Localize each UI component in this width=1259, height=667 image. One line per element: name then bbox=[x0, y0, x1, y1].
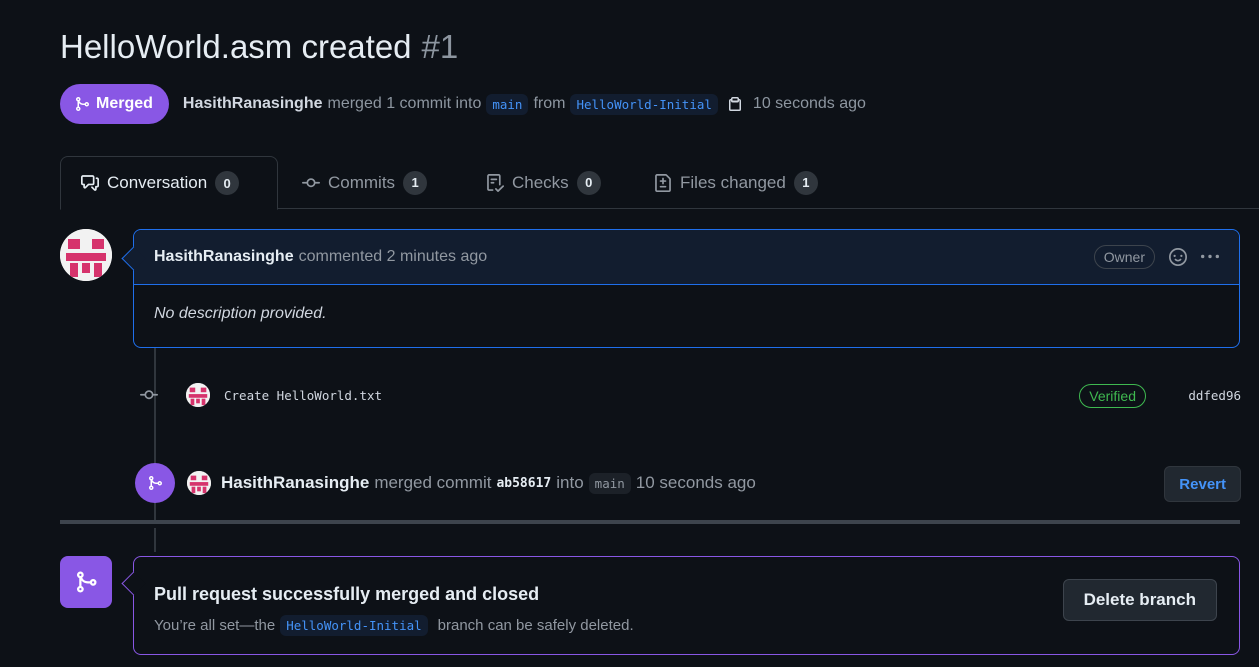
comment-header: HasithRanasinghe commented 2 minutes ago… bbox=[134, 230, 1239, 285]
pr-title: HelloWorld.asm created bbox=[60, 28, 412, 65]
merge-into-text: into bbox=[556, 473, 584, 492]
merged-time: 10 seconds ago bbox=[752, 95, 866, 112]
tab-files-changed-count: 1 bbox=[793, 170, 818, 195]
head-branch-link[interactable]: HelloWorld-Initial bbox=[570, 93, 718, 115]
kebab-horizontal-icon[interactable] bbox=[1201, 248, 1219, 266]
comment-box: HasithRanasinghe commented 2 minutes ago… bbox=[133, 229, 1240, 348]
checklist-icon bbox=[487, 173, 504, 192]
git-commit-icon bbox=[302, 177, 320, 187]
file-diff-icon bbox=[655, 173, 671, 192]
merged-desc-before: You’re all set—the bbox=[154, 617, 276, 634]
tab-conversation-label: Conversation bbox=[107, 173, 208, 192]
merged-commit-text: merged 1 commit into bbox=[327, 95, 482, 112]
pr-author-link[interactable]: HasithRanasinghe bbox=[183, 95, 323, 113]
copy-icon[interactable] bbox=[727, 96, 743, 112]
revert-button[interactable]: Revert bbox=[1164, 466, 1241, 502]
commit-row: Create HelloWorld.txt Verified ddfed96 bbox=[140, 378, 1241, 412]
deletable-branch-link[interactable]: HelloWorld-Initial bbox=[280, 615, 428, 636]
tab-commits[interactable]: Commits 1 bbox=[282, 156, 447, 209]
merger-avatar[interactable] bbox=[187, 471, 211, 495]
merge-event-row: HasithRanasinghe merged commit ab58617 i… bbox=[135, 463, 1241, 503]
comment-author-link[interactable]: HasithRanasinghe bbox=[154, 248, 294, 266]
state-label: Merged bbox=[96, 95, 153, 112]
git-commit-icon bbox=[140, 386, 158, 404]
git-merge-icon bbox=[77, 571, 97, 593]
from-text: from bbox=[533, 95, 566, 112]
tab-checks-label: Checks bbox=[512, 172, 569, 192]
git-merge-icon bbox=[135, 463, 175, 503]
commit-message-link[interactable]: Create HelloWorld.txt bbox=[224, 388, 382, 403]
git-merge-icon bbox=[76, 97, 90, 111]
comment-body: No description provided. bbox=[154, 305, 327, 322]
pr-tabs: Conversation 0 Commits 1 Checks 0 Files … bbox=[60, 156, 1259, 210]
merge-action-text: merged commit bbox=[374, 473, 492, 492]
tab-files-changed-label: Files changed bbox=[680, 172, 786, 192]
merged-status-description: You’re all set—the HelloWorld-Initial br… bbox=[154, 615, 634, 636]
merged-status-title: Pull request successfully merged and clo… bbox=[154, 584, 540, 604]
commenter-avatar[interactable] bbox=[60, 229, 112, 281]
tab-commits-label: Commits bbox=[328, 172, 396, 192]
merge-event-text: HasithRanasinghe merged commit ab58617 i… bbox=[221, 472, 756, 494]
owner-label: Owner bbox=[1093, 245, 1155, 269]
merged-status-box: Pull request successfully merged and clo… bbox=[133, 556, 1240, 655]
comment-time: commented 2 minutes ago bbox=[298, 248, 488, 265]
timeline-line-lower bbox=[154, 528, 156, 552]
tab-commits-count: 1 bbox=[403, 170, 428, 195]
base-branch-link[interactable]: main bbox=[486, 93, 529, 115]
tab-conversation[interactable]: Conversation 0 bbox=[60, 156, 278, 210]
comment-discussion-icon bbox=[81, 175, 99, 191]
timeline-divider bbox=[60, 520, 1240, 524]
tab-checks[interactable]: Checks 0 bbox=[466, 156, 621, 209]
pr-title-row: HelloWorld.asm created #1 bbox=[60, 28, 458, 72]
merge-commit-sha-link[interactable]: ab58617 bbox=[496, 476, 551, 491]
pr-meta-row: Merged HasithRanasinghe merged 1 commit … bbox=[60, 84, 871, 124]
commit-sha-link[interactable]: ddfed96 bbox=[1188, 388, 1241, 403]
merge-time: 10 seconds ago bbox=[635, 473, 756, 492]
tab-conversation-count: 0 bbox=[215, 171, 240, 195]
merged-state-badge: Merged bbox=[60, 84, 169, 124]
comment-actions: Owner bbox=[1093, 245, 1219, 269]
smiley-icon[interactable] bbox=[1169, 248, 1187, 266]
verified-badge[interactable]: Verified bbox=[1079, 384, 1146, 408]
delete-branch-button[interactable]: Delete branch bbox=[1062, 579, 1217, 621]
tab-checks-count: 0 bbox=[576, 170, 601, 195]
merger-link[interactable]: HasithRanasinghe bbox=[221, 473, 369, 493]
merged-desc-after: branch can be safely deleted. bbox=[437, 617, 634, 634]
commit-author-avatar[interactable] bbox=[186, 383, 210, 407]
merge-branch-link[interactable]: main bbox=[588, 472, 631, 494]
merged-status-icon bbox=[60, 556, 112, 608]
tab-files-changed[interactable]: Files changed 1 bbox=[634, 156, 838, 209]
pr-number: #1 bbox=[421, 28, 459, 65]
